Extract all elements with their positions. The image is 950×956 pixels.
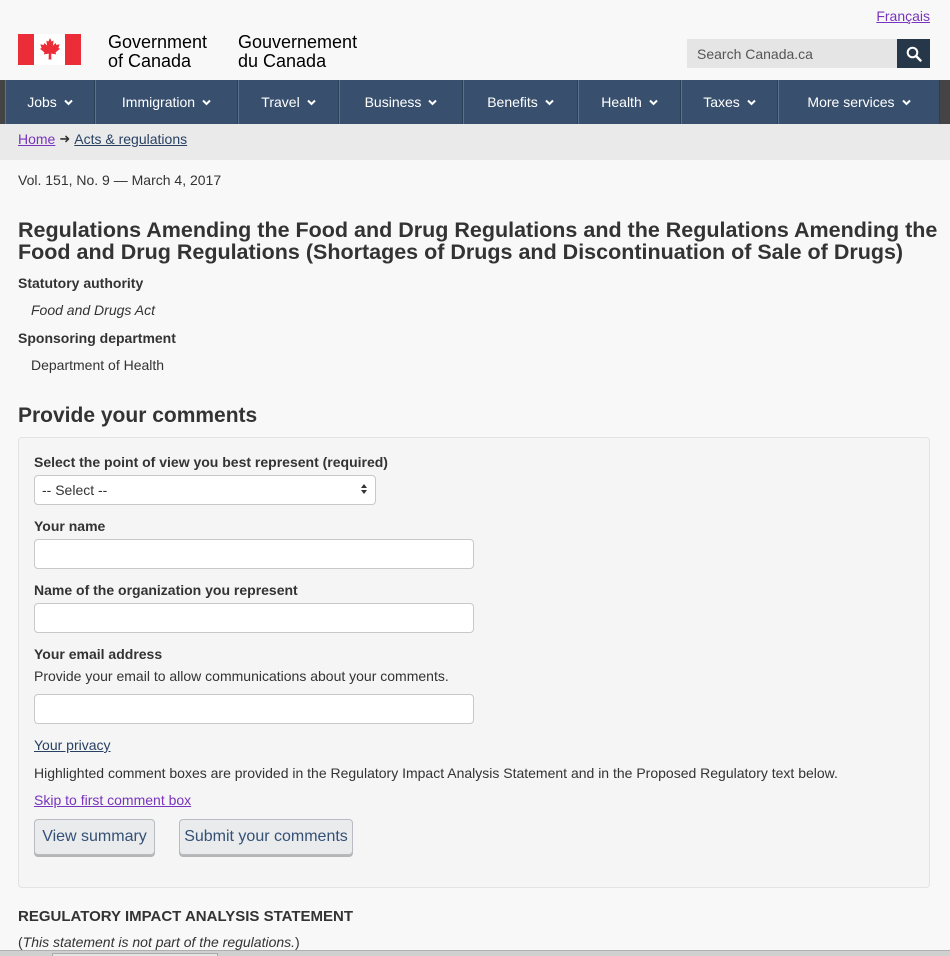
skip-to-comment-link[interactable]: Skip to first comment box [34, 792, 191, 808]
menu-item-label: Health [601, 94, 642, 110]
chevron-down-icon [64, 99, 73, 106]
chevron-down-icon [306, 99, 316, 106]
submit-comments-button[interactable]: Submit your comments [179, 819, 353, 855]
site-search: Search Canada.ca [687, 39, 930, 68]
menu-item-label: Benefits [487, 94, 538, 110]
breadcrumb-acts-link[interactable]: Acts & regulations [74, 131, 187, 147]
privacy-link[interactable]: Your privacy [34, 737, 111, 753]
email-field[interactable] [34, 694, 474, 724]
ria-note: (This statement is not part of the regul… [18, 934, 300, 950]
canada-flag-icon [18, 34, 81, 65]
search-input[interactable]: Search Canada.ca [687, 39, 897, 68]
brand-french: Gouvernement du Canada [238, 33, 357, 71]
point-of-view-select[interactable]: -- Select -- [34, 475, 376, 505]
language-toggle-link[interactable]: Français [876, 8, 930, 24]
brand-french-line2: du Canada [238, 51, 327, 71]
brand-french-line1: Gouvernement [238, 32, 358, 52]
brand-english: Government of Canada [108, 33, 238, 71]
ria-heading: REGULATORY IMPACT ANALYSIS STATEMENT [18, 908, 354, 925]
menu-item-label: Jobs [27, 94, 57, 110]
menu-item-business[interactable]: Business [339, 80, 463, 124]
main-menu: Jobs Immigration Travel Business Benefit… [0, 80, 950, 124]
chevron-down-icon [901, 99, 911, 106]
search-button[interactable] [897, 39, 930, 68]
select-arrows-icon [360, 482, 368, 499]
chevron-down-icon [649, 99, 658, 106]
arrow-right-icon: ➜ [59, 131, 71, 146]
brand-english-line1: Government [108, 32, 208, 52]
ria-note-text: This statement is not part of the regula… [22, 934, 296, 950]
sponsoring-department-label: Sponsoring department [18, 330, 176, 346]
statutory-authority-label: Statutory authority [18, 275, 144, 291]
breadcrumb: Home ➜ Acts & regulations [18, 131, 187, 147]
search-icon [906, 46, 922, 62]
page-title: Regulations Amending the Food and Drug R… [18, 218, 938, 264]
horizontal-scrollbar[interactable] [0, 950, 950, 956]
chevron-down-icon [545, 99, 554, 106]
menu-item-more-services[interactable]: More services [778, 80, 940, 124]
name-field[interactable] [34, 539, 474, 569]
point-of-view-label: Select the point of view you best repres… [34, 454, 388, 470]
menu-item-label: Taxes [703, 94, 740, 110]
menu-item-health[interactable]: Health [578, 80, 681, 124]
organization-label: Name of the organization you represent [34, 582, 298, 598]
name-label: Your name [34, 518, 106, 534]
statutory-authority-value: Food and Drugs Act [31, 302, 155, 318]
chevron-down-icon [747, 99, 756, 106]
email-label: Your email address [34, 646, 163, 662]
menu-item-travel[interactable]: Travel [238, 80, 339, 124]
menu-item-immigration[interactable]: Immigration [95, 80, 238, 124]
brand-english-line2: of Canada [108, 51, 192, 71]
government-brand[interactable]: Government of Canada Gouvernement du Can… [18, 33, 357, 71]
organization-field[interactable] [34, 603, 474, 633]
chevron-down-icon [202, 99, 211, 106]
sponsoring-department-value: Department of Health [31, 357, 165, 373]
breadcrumb-home-link[interactable]: Home [18, 131, 55, 147]
menu-item-label: Immigration [121, 94, 196, 110]
menu-item-taxes[interactable]: Taxes [681, 80, 778, 124]
highlight-note: Highlighted comment boxes are provided i… [34, 765, 838, 781]
volume-info: Vol. 151, No. 9 — March 4, 2017 [18, 172, 222, 188]
chevron-down-icon [428, 99, 438, 106]
comments-heading: Provide your comments [18, 404, 258, 427]
point-of-view-selected: -- Select -- [42, 482, 108, 498]
menu-item-label: More services [807, 94, 895, 110]
ria-note-close: ) [295, 934, 300, 950]
menu-item-label: Business [364, 94, 422, 110]
email-help-text: Provide your email to allow communicatio… [34, 668, 449, 684]
view-summary-button[interactable]: View summary [34, 819, 155, 855]
menu-item-jobs[interactable]: Jobs [5, 80, 95, 124]
menu-item-benefits[interactable]: Benefits [463, 80, 578, 124]
menu-item-label: Travel [261, 94, 300, 110]
